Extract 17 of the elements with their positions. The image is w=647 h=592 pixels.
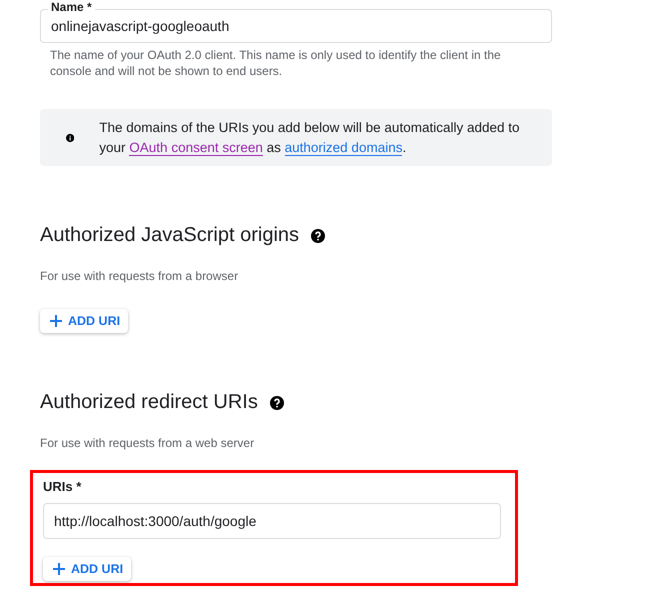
helper-text: The name of your OAuth 2.0 client. This name is only used to identify the client in the console and will not be shown to end users. [49,47,502,79]
link[interactable]: OAuth consent screen [129,140,263,156]
section-title: Authorized redirect URIs [40,391,258,414]
section-subtitle: For use with requests from a browser [40,269,240,283]
name-label: Name * [48,0,95,14]
help-icon[interactable] [270,396,284,410]
uris-label: URIs * [43,479,82,494]
info-text: The domains of the URIs you add below will be automatically added to your OAuth consent screen as authorized domains. [99,118,521,158]
uri-field[interactable]: http://localhost:3000/auth/google [43,503,501,539]
add-uri-button[interactable]: ADD URI [40,309,128,333]
link[interactable]: authorized domains [284,140,402,156]
plus-icon [53,563,65,575]
section-title: Authorized JavaScript origins [40,224,300,247]
section-subtitle: For use with requests from a web server [40,436,256,450]
plus-icon [50,315,62,327]
add-uri-button[interactable]: ADD URI [43,557,132,581]
help-icon[interactable] [311,228,326,242]
